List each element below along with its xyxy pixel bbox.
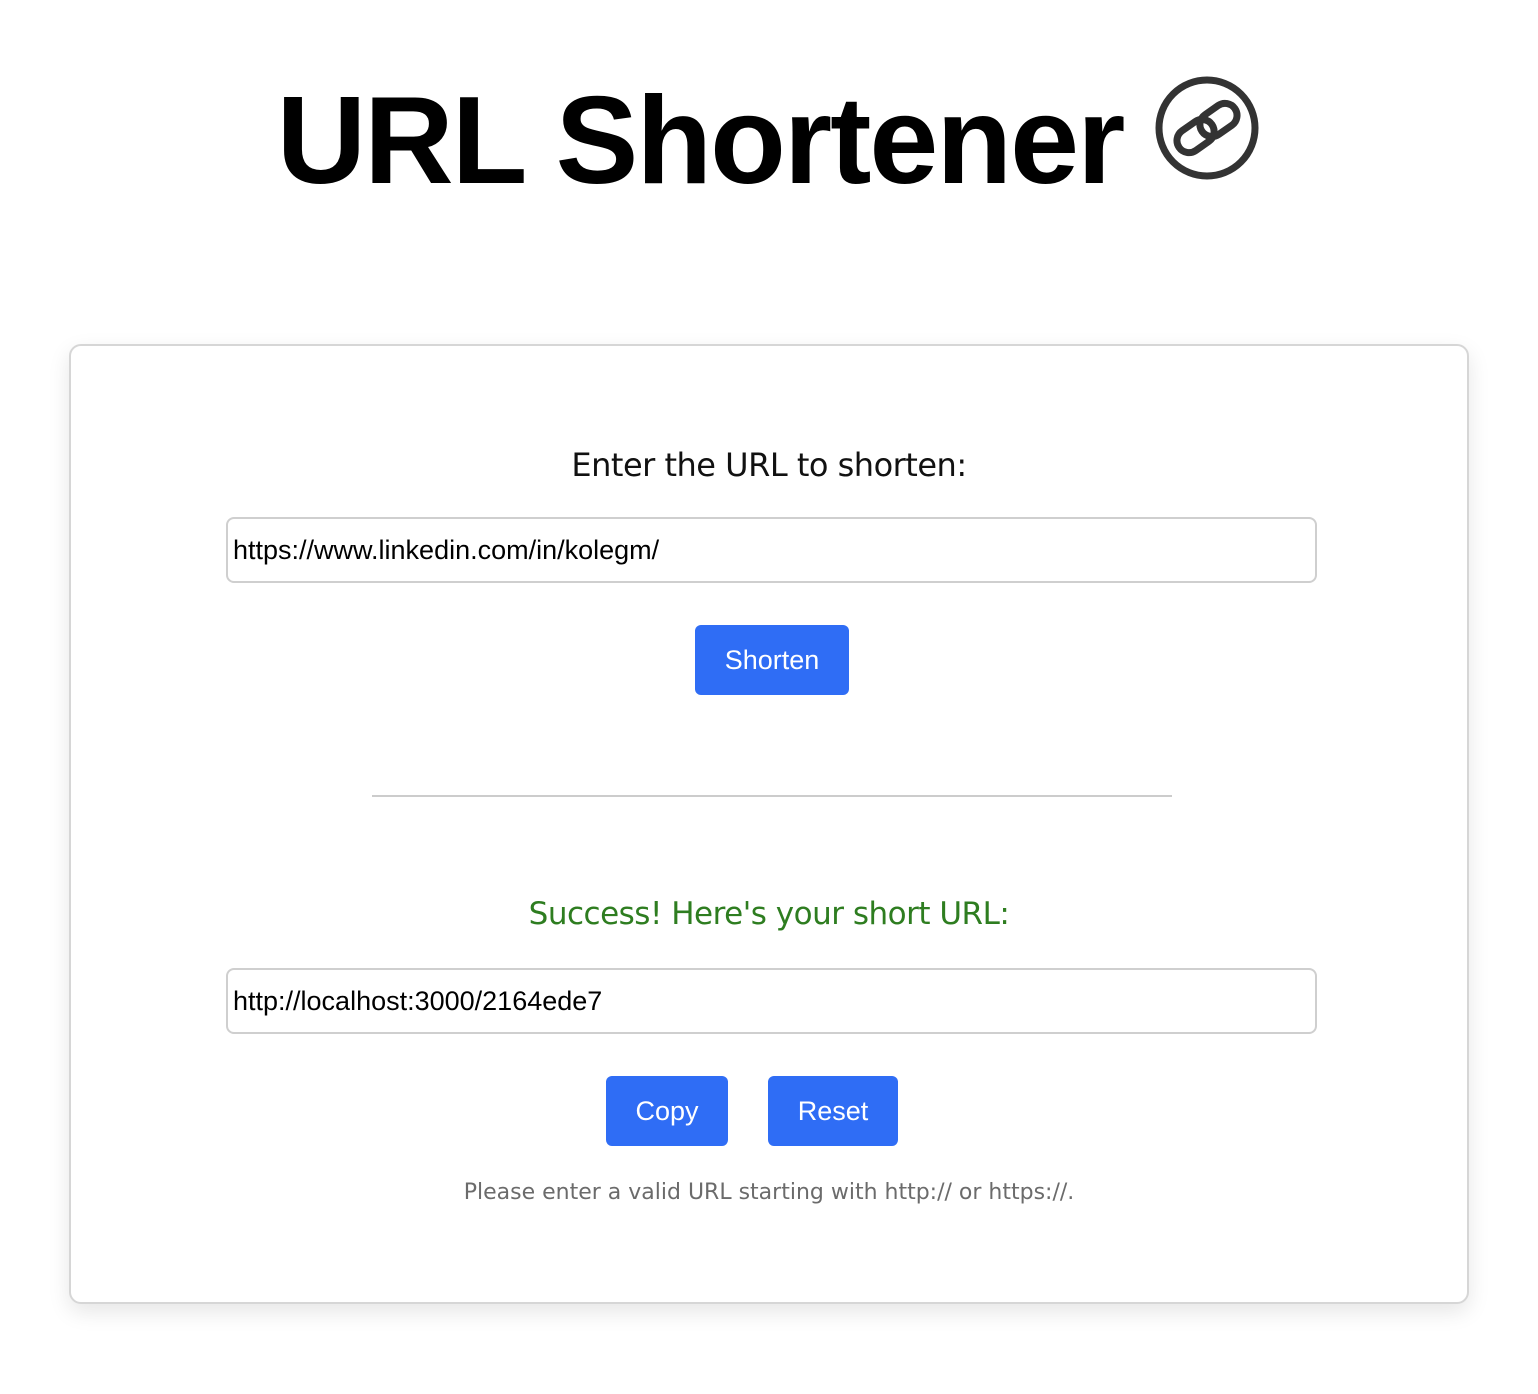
url-input[interactable] [226,517,1317,583]
success-message: Success! Here's your short URL: [528,896,1010,932]
validation-hint: Please enter a valid URL starting with h… [463,1180,1075,1205]
shorten-button[interactable]: Shorten [695,625,849,695]
page-header: URL Shortener [0,66,1538,216]
short-url-field[interactable] [226,968,1317,1034]
shortener-card: Enter the URL to shorten: Shorten Succes… [69,344,1469,1304]
chain-link-icon [1153,74,1261,182]
page-title: URL Shortener [276,72,1126,210]
reset-button[interactable]: Reset [768,1076,898,1146]
divider [372,795,1172,797]
copy-button[interactable]: Copy [606,1076,728,1146]
url-prompt-label: Enter the URL to shorten: [571,446,967,484]
